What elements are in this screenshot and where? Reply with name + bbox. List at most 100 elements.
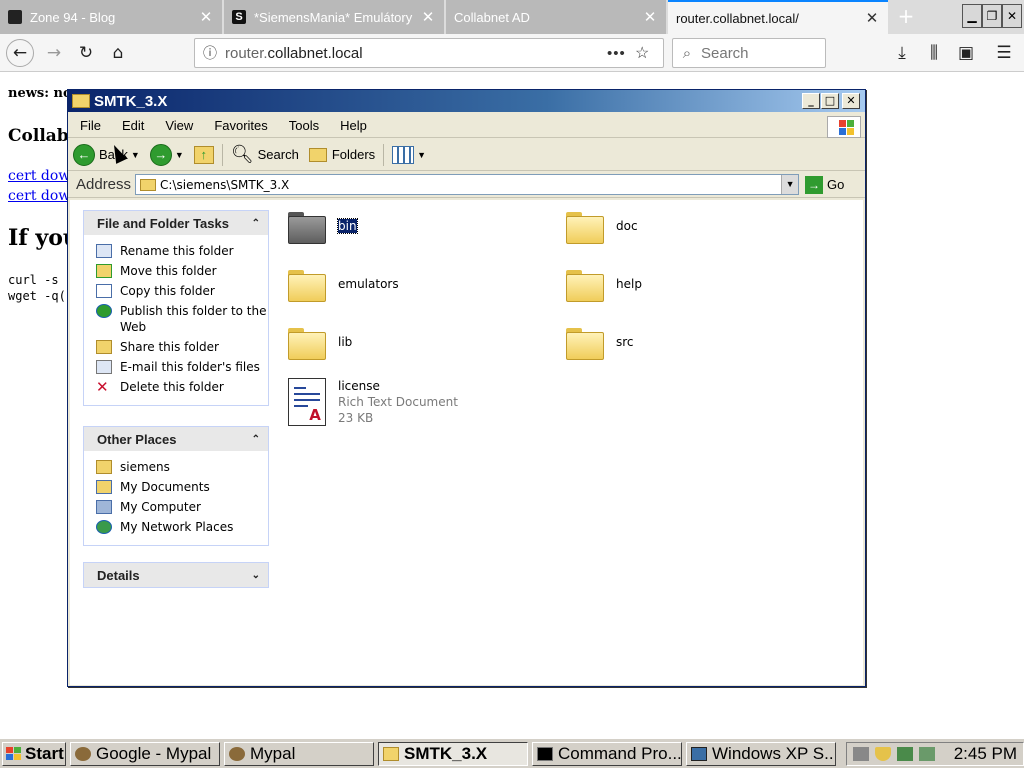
task-rename-folder[interactable]: Rename this folder	[96, 243, 268, 259]
forward-arrow-icon[interactable]: →	[40, 39, 68, 67]
download-icon[interactable]: ⤓	[888, 39, 916, 67]
menu-file[interactable]: File	[68, 118, 110, 133]
search-button[interactable]: 🔍︎ Search	[226, 141, 304, 169]
details-pane: Details ⌄	[83, 562, 269, 588]
tab-collabnet-ad[interactable]: Collabnet AD ✕	[446, 0, 666, 34]
place-my-computer[interactable]: My Computer	[96, 499, 268, 515]
menu-view[interactable]: View	[153, 118, 202, 133]
monitor-icon	[691, 746, 707, 761]
close-icon[interactable]: ✕	[198, 8, 214, 26]
folders-button[interactable]: Folders	[304, 141, 380, 169]
back-button[interactable]: ← Back ▼	[68, 141, 145, 169]
reload-icon[interactable]: ↻	[72, 39, 100, 67]
info-icon[interactable]: ⓘ	[195, 43, 225, 63]
window-title: SMTK_3.X	[94, 92, 168, 110]
menu-icon[interactable]: ☰	[990, 39, 1018, 67]
task-label: Google - Mypal	[96, 743, 212, 763]
home-icon[interactable]: ⌂	[104, 39, 132, 67]
collapse-chevron-icon[interactable]: ⌃	[252, 218, 260, 229]
file-item-lib[interactable]: lib	[288, 326, 352, 360]
file-item-src[interactable]: src	[566, 326, 634, 360]
menu-edit[interactable]: Edit	[110, 118, 153, 133]
chevron-down-icon[interactable]: ▼	[781, 175, 799, 194]
pane-header[interactable]: Other Places ⌃	[84, 427, 268, 451]
sidebar-icon[interactable]: ▣	[952, 39, 980, 67]
volume-icon[interactable]	[919, 746, 935, 761]
close-icon[interactable]: ✕	[420, 8, 436, 26]
place-my-network[interactable]: My Network Places	[96, 519, 268, 535]
pane-header[interactable]: File and Folder Tasks ⌃	[84, 211, 268, 235]
pane-header[interactable]: Details ⌄	[84, 563, 268, 587]
file-item-emulators[interactable]: emulators	[288, 268, 399, 302]
menu-help[interactable]: Help	[328, 118, 376, 133]
library-icon[interactable]: ⫼	[920, 39, 948, 67]
maximize-icon[interactable]: □	[821, 93, 839, 109]
go-arrow-icon: →	[805, 175, 824, 194]
tab-zone94[interactable]: Zone 94 - Blog ✕	[0, 0, 222, 34]
file-item-doc[interactable]: doc	[566, 210, 638, 244]
file-name: src	[616, 335, 634, 349]
minimize-icon[interactable]: _	[802, 93, 820, 109]
security-shield-icon[interactable]	[875, 746, 891, 761]
file-item-license[interactable]: A license Rich Text Document 23 KB	[288, 378, 458, 426]
start-button[interactable]: Start	[2, 741, 66, 766]
browser-nav-bar: ← → ↻ ⌂ ⓘ router. collabnet.local ••• ☆ ⌕…	[0, 34, 1024, 72]
tab-label: Collabnet AD	[454, 9, 530, 25]
close-icon[interactable]: ✕	[642, 8, 658, 26]
mypal-browser-icon	[229, 746, 245, 761]
task-delete-folder[interactable]: ✕ Delete this folder	[96, 379, 268, 395]
delete-x-icon: ✕	[96, 378, 109, 396]
browser-tab-bar: Zone 94 - Blog ✕ S *SiemensMania* Emulát…	[0, 0, 1024, 34]
search-icon: 🔍︎	[230, 144, 254, 164]
chevron-down-icon[interactable]: ▼	[131, 150, 140, 160]
address-input[interactable]: C:\siemens\SMTK_3.X ▼	[135, 174, 800, 195]
tab-siemensmania[interactable]: S *SiemensMania* Emulátory ✕	[224, 0, 444, 34]
folder-content-area: File and Folder Tasks ⌃ Rename this fold…	[70, 200, 863, 685]
taskbar-item-windows-xp[interactable]: Windows XP S...	[686, 741, 836, 766]
back-arrow-icon[interactable]: ←	[6, 39, 34, 67]
network-icon[interactable]	[897, 746, 913, 761]
close-icon[interactable]: ✕	[842, 93, 860, 109]
task-email-folder[interactable]: E-mail this folder's files	[96, 359, 268, 375]
menu-favorites[interactable]: Favorites	[202, 118, 276, 133]
place-my-documents[interactable]: My Documents	[96, 479, 268, 495]
bookmark-star-icon[interactable]: ☆	[635, 43, 663, 63]
file-item-bin[interactable]: bin	[288, 210, 358, 244]
file-item-help[interactable]: help	[566, 268, 642, 302]
page-actions-icon[interactable]: •••	[607, 45, 635, 62]
restore-icon[interactable]: ❐	[982, 4, 1002, 28]
task-label: E-mail this folder's files	[120, 360, 260, 374]
system-clock[interactable]: 2:45 PM	[954, 744, 1017, 764]
forward-button[interactable]: → ▼	[145, 141, 189, 169]
taskbar-item-command-prompt[interactable]: Command Pro...	[532, 741, 682, 766]
task-publish-folder[interactable]: Publish this folder to the Web	[96, 303, 268, 335]
taskbar-item-smtk[interactable]: SMTK_3.X	[378, 741, 528, 766]
expand-chevron-icon[interactable]: ⌄	[252, 570, 260, 581]
views-icon	[392, 145, 415, 164]
task-share-folder[interactable]: Share this folder	[96, 339, 268, 355]
chevron-down-icon[interactable]: ▼	[175, 150, 184, 160]
minimize-icon[interactable]: ▁	[962, 4, 982, 28]
close-icon[interactable]: ✕	[864, 9, 880, 27]
explorer-title-bar[interactable]: SMTK_3.X _ □ ✕	[68, 90, 865, 112]
go-button[interactable]: → Go	[805, 175, 844, 194]
up-folder-button[interactable]: ↑	[189, 141, 219, 169]
rename-icon	[96, 244, 112, 258]
views-button[interactable]: ▼	[387, 141, 431, 169]
taskbar-item-mypal[interactable]: Mypal	[224, 741, 374, 766]
menu-tools[interactable]: Tools	[277, 118, 328, 133]
chevron-down-icon[interactable]: ▼	[417, 150, 426, 160]
task-move-folder[interactable]: Move this folder	[96, 263, 268, 279]
url-domain-prefix: router.	[225, 44, 268, 62]
taskbar-item-google-mypal[interactable]: Google - Mypal	[70, 741, 220, 766]
task-copy-folder[interactable]: Copy this folder	[96, 283, 268, 299]
task-label: Mypal	[250, 743, 296, 763]
keyboard-icon[interactable]	[853, 746, 869, 761]
tab-router-collabnet[interactable]: router.collabnet.local/ ✕	[668, 0, 888, 34]
search-input[interactable]: ⌕ Search	[672, 38, 826, 68]
collapse-chevron-icon[interactable]: ⌃	[252, 434, 260, 445]
url-bar[interactable]: ⓘ router. collabnet.local ••• ☆	[194, 38, 664, 68]
new-tab-button[interactable]: +	[896, 5, 916, 27]
close-icon[interactable]: ✕	[1002, 4, 1022, 28]
place-siemens[interactable]: siemens	[96, 459, 268, 475]
